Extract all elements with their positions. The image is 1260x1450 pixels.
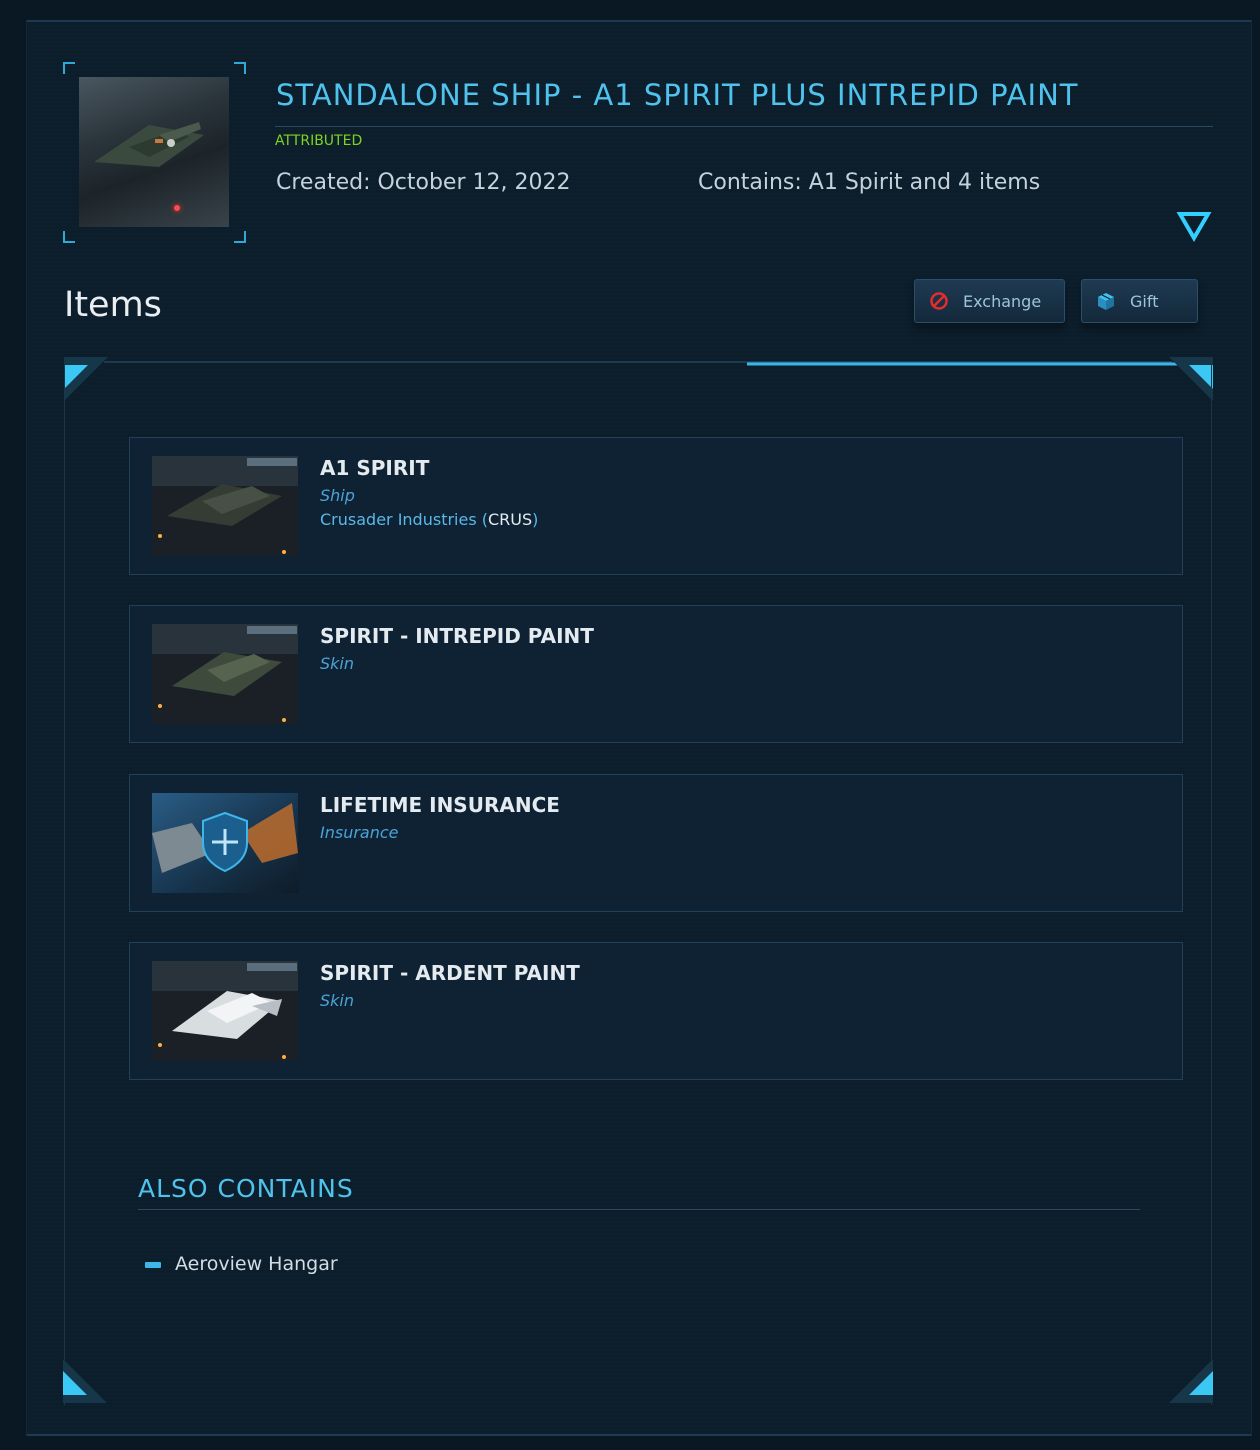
item-name: LIFETIME INSURANCE — [320, 793, 560, 817]
also-contains-divider — [138, 1209, 1140, 1210]
item-type: Ship — [320, 486, 355, 505]
item-thumbnail — [152, 793, 298, 893]
item-card: SPIRIT - INTREPID PAINT Skin — [129, 605, 1183, 743]
expand-toggle-button[interactable] — [1176, 208, 1212, 242]
created-date: Created: October 12, 2022 — [276, 170, 571, 195]
item-type: Insurance — [320, 823, 399, 842]
item-card: A1 SPIRIT Ship Crusader Industries (CRUS… — [129, 437, 1183, 575]
corner-accent-bottom-right — [1169, 1359, 1213, 1403]
items-heading: Items — [64, 285, 162, 325]
item-thumbnail — [152, 624, 298, 724]
item-name: SPIRIT - INTREPID PAINT — [320, 624, 594, 648]
gift-button[interactable]: Gift — [1081, 279, 1198, 323]
corner-accent-bottom-left — [63, 1359, 107, 1403]
exchange-label: Exchange — [963, 291, 1042, 311]
item-thumbnail — [152, 456, 298, 556]
also-contains-item: Aeroview Hangar — [175, 1253, 338, 1275]
gift-label: Gift — [1130, 291, 1159, 311]
item-card: LIFETIME INSURANCE Insurance — [129, 774, 1183, 912]
item-thumbnail — [152, 961, 298, 1061]
item-card: SPIRIT - ARDENT PAINT Skin — [129, 942, 1183, 1080]
item-type: Skin — [320, 991, 355, 1010]
item-type: Skin — [320, 654, 355, 673]
title-divider — [275, 126, 1213, 127]
ship-image — [94, 122, 204, 167]
exchange-button[interactable]: Exchange — [914, 279, 1065, 323]
item-manufacturer: Crusader Industries (CRUS) — [320, 510, 539, 529]
item-name: A1 SPIRIT — [320, 456, 430, 480]
pledge-thumbnail — [79, 77, 229, 227]
pledge-title: STANDALONE SHIP - A1 SPIRIT PLUS INTREPI… — [276, 78, 1079, 112]
contains-summary: Contains: A1 Spirit and 4 items — [698, 170, 1041, 195]
prohibited-icon — [930, 292, 948, 310]
status-badge: ATTRIBUTED — [275, 133, 363, 149]
triangle-down-icon — [1176, 212, 1212, 242]
also-contains-heading: ALSO CONTAINS — [138, 1174, 354, 1203]
item-name: SPIRIT - ARDENT PAINT — [320, 961, 580, 985]
gift-cube-icon — [1098, 293, 1114, 310]
bullet-dash-icon — [145, 1262, 161, 1268]
pledge-thumbnail-frame — [63, 62, 246, 243]
